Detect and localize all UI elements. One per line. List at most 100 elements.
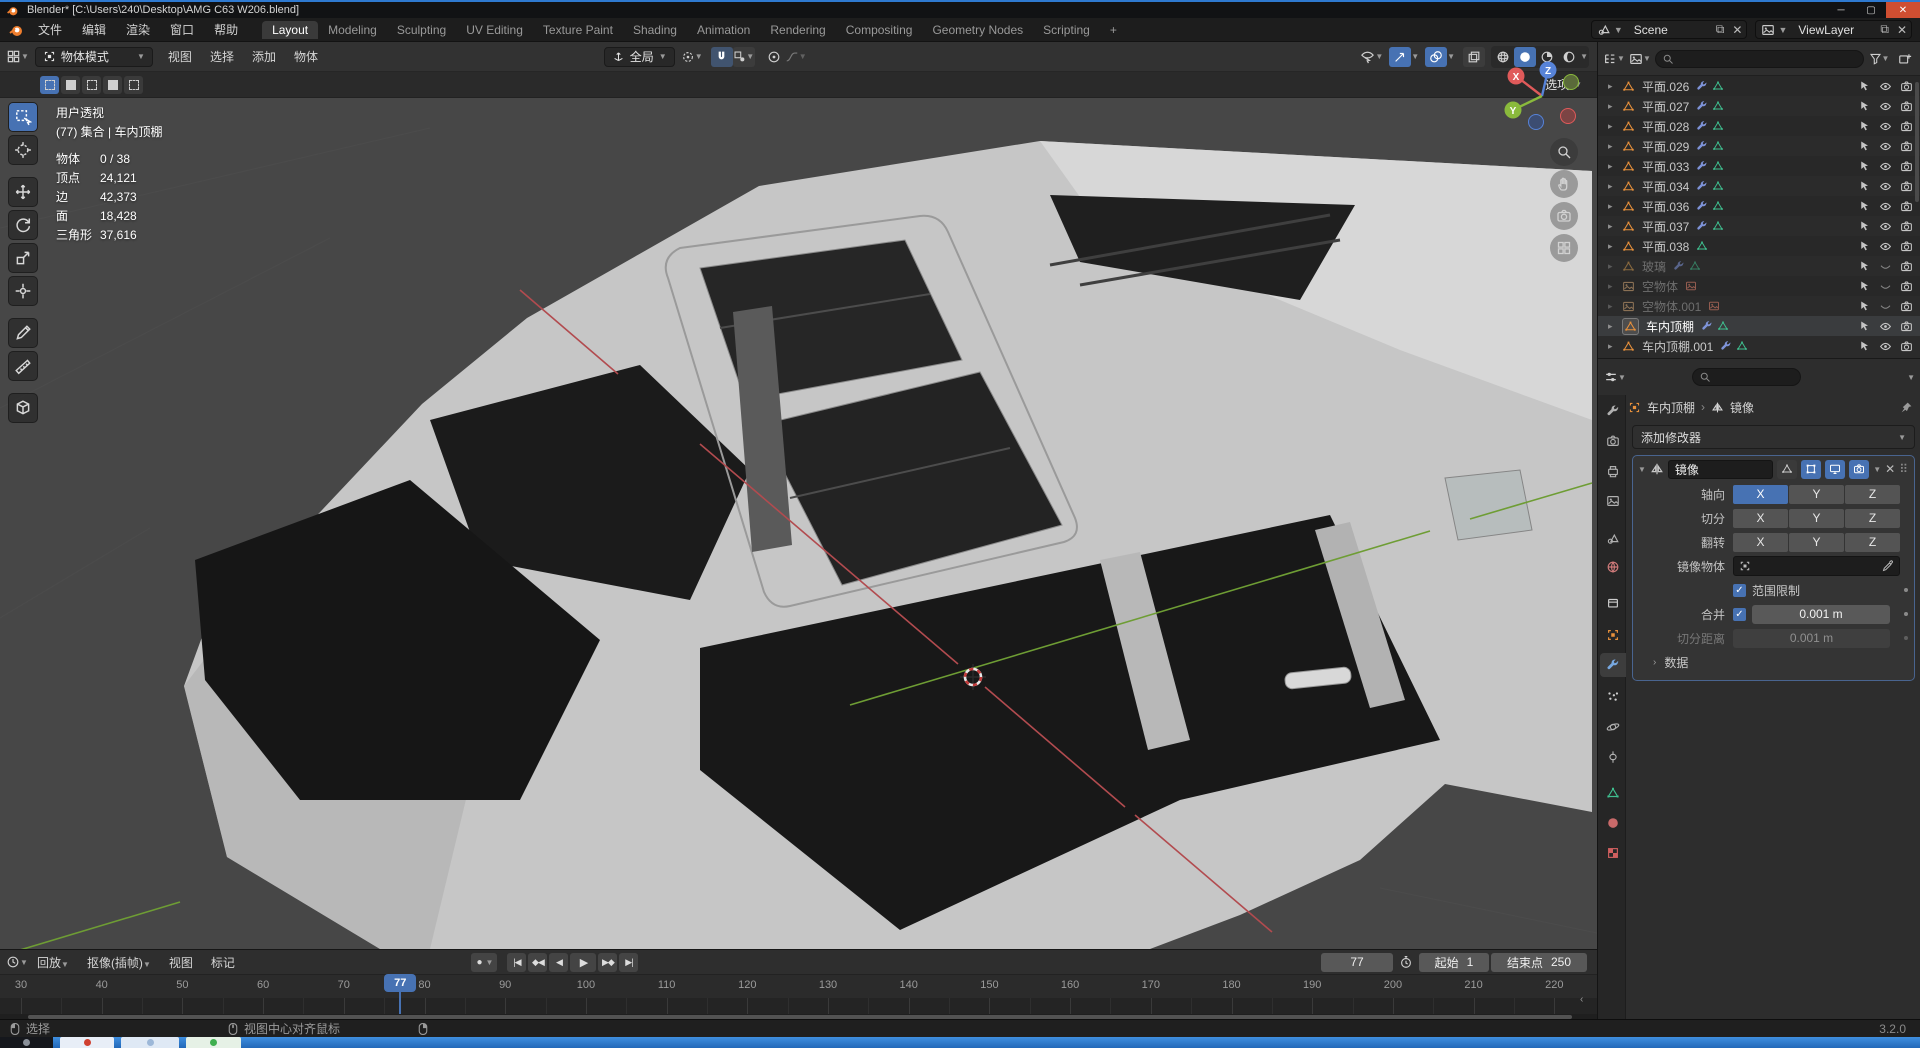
expand-arrow-icon[interactable]: ▸ (1608, 281, 1618, 292)
proportional-editing-toggle[interactable] (763, 47, 785, 67)
properties-editor-type-button[interactable]: ▼ (1604, 367, 1626, 387)
selectable-toggle-icon[interactable] (1859, 300, 1871, 312)
pan-hand-icon[interactable] (1550, 170, 1578, 198)
outliner-scrollbar[interactable] (1915, 82, 1919, 202)
outliner-row-平面.038[interactable]: ▸ 平面.038 (1598, 236, 1920, 256)
axis-button-轴向-X[interactable]: X (1733, 484, 1788, 504)
drag-handle-icon[interactable]: ⠿ (1899, 462, 1909, 476)
properties-tab-render[interactable] (1600, 429, 1626, 453)
selectable-toggle-icon[interactable] (1859, 200, 1871, 212)
mode-dropdown[interactable]: 物体模式 ▼ (34, 46, 153, 67)
object-name[interactable]: 平面.034 (1639, 178, 1692, 195)
render-visibility-icon[interactable] (1900, 340, 1913, 353)
prev-keyframe-button[interactable]: ◆◀ (528, 952, 548, 972)
minimize-button[interactable]: ─ (1826, 2, 1856, 18)
selectable-toggle-icon[interactable] (1859, 120, 1871, 132)
expand-arrow-icon[interactable]: ▸ (1608, 301, 1618, 312)
outliner-filter-button[interactable]: ▼ (1868, 49, 1890, 69)
render-visibility-icon[interactable] (1900, 180, 1913, 193)
object-name[interactable]: 空物体.001 (1639, 298, 1704, 315)
workspace-tab-Shading[interactable]: Shading (623, 21, 687, 39)
current-frame-field[interactable]: 77 (1321, 952, 1393, 972)
selectable-toggle-icon[interactable] (1859, 160, 1871, 172)
bisect-distance-field[interactable]: 0.001 m (1733, 628, 1890, 648)
viewport-3d-scene[interactable] (0, 98, 1597, 949)
jump-to-end-button[interactable]: ▶| (619, 952, 639, 972)
render-visibility-icon[interactable] (1900, 240, 1913, 253)
viewport-menu-物体[interactable]: 物体 (285, 48, 327, 65)
overlays-toggle[interactable] (1425, 46, 1448, 67)
select-mode-intersect[interactable] (124, 75, 143, 94)
topbar-menu-帮助[interactable]: 帮助 (204, 21, 248, 38)
view-layer-name[interactable]: ViewLayer (1790, 23, 1876, 37)
axis-button-翻转-X[interactable]: X (1733, 532, 1788, 552)
selectable-toggle-icon[interactable] (1859, 80, 1871, 92)
object-name[interactable]: 车内顶棚.001 (1639, 338, 1716, 355)
axis-button-切分-Z[interactable]: Z (1845, 508, 1900, 528)
selectable-toggle-icon[interactable] (1859, 320, 1871, 332)
tool-add-cube[interactable] (8, 393, 38, 423)
gizmos-toggle[interactable] (1389, 46, 1412, 67)
select-mode-subtract[interactable] (82, 75, 101, 94)
render-visibility-icon[interactable] (1900, 120, 1913, 133)
close-button[interactable]: ✕ (1886, 2, 1920, 18)
zoom-tool-icon[interactable] (1550, 138, 1578, 166)
object-name[interactable]: 平面.038 (1639, 238, 1692, 255)
gizmo-y-neg-axis[interactable] (1563, 74, 1579, 90)
outliner-row-平面.026[interactable]: ▸ 平面.026 (1598, 76, 1920, 96)
workspace-tab-UV Editing[interactable]: UV Editing (456, 21, 533, 39)
outliner-row-车内顶棚.001[interactable]: ▸ 车内顶棚.001 (1598, 336, 1920, 356)
title-bar[interactable]: Blender* [C:\Users\240\Desktop\AMG C63 W… (0, 0, 1920, 18)
modifier-edit-mode-toggle[interactable] (1801, 459, 1822, 479)
topbar-menu-编辑[interactable]: 编辑 (72, 21, 116, 38)
expand-arrow-icon[interactable]: ▸ (1608, 141, 1618, 152)
unlink-scene-icon[interactable]: ✕ (1728, 23, 1746, 37)
new-view-layer-icon[interactable]: ⧉ (1876, 22, 1893, 37)
object-name[interactable]: 平面.029 (1639, 138, 1692, 155)
workspace-tab-Compositing[interactable]: Compositing (836, 21, 923, 39)
xray-toggle[interactable] (1463, 46, 1486, 67)
workspace-tab-Modeling[interactable]: Modeling (318, 21, 387, 39)
visibility-eye-icon[interactable] (1879, 100, 1892, 113)
axis-button-轴向-Y[interactable]: Y (1789, 484, 1844, 504)
properties-tab-collection[interactable] (1600, 591, 1626, 615)
topbar-menu-文件[interactable]: 文件 (28, 21, 72, 38)
timeline-menu-回放[interactable]: 回放▼ (28, 954, 78, 971)
modifier-extras-icon[interactable]: ▼ (1873, 465, 1881, 474)
3d-viewport[interactable]: ▼ 物体模式 ▼ 视图 选择 添加 物体 全局 ▼ ▼ ▼ ▼ ▼ ▼ ▼ ▼ … (0, 42, 1597, 949)
topbar-menu-窗口[interactable]: 窗口 (160, 21, 204, 38)
frame-start-field[interactable]: 起始 1 (1419, 952, 1489, 972)
expand-arrow-icon[interactable]: ▸ (1608, 261, 1618, 272)
object-name[interactable]: 平面.037 (1639, 218, 1692, 235)
object-name[interactable]: 平面.026 (1639, 78, 1692, 95)
expand-arrow-icon[interactable]: ▸ (1608, 341, 1618, 352)
outliner-row-平面.037[interactable]: ▸ 平面.037 (1598, 216, 1920, 236)
taskbar-app-1[interactable] (60, 1037, 114, 1048)
expand-arrow-icon[interactable]: ▸ (1608, 241, 1618, 252)
selectable-toggle-icon[interactable] (1859, 100, 1871, 112)
jump-to-start-button[interactable]: |◀ (507, 952, 527, 972)
render-visibility-icon[interactable] (1900, 160, 1913, 173)
merge-value-field[interactable]: 0.001 m (1752, 604, 1890, 624)
render-visibility-icon[interactable] (1900, 140, 1913, 153)
render-visibility-icon[interactable] (1900, 220, 1913, 233)
properties-tab-object[interactable] (1600, 623, 1626, 647)
eyedropper-icon[interactable] (1882, 560, 1894, 572)
visibility-eye-icon[interactable] (1879, 180, 1892, 193)
timeline-track-area[interactable] (0, 998, 1597, 1014)
object-name[interactable]: 空物体 (1639, 278, 1681, 295)
select-mode-invert[interactable] (103, 75, 122, 94)
scene-selector[interactable]: ▼ Scene ⧉ ✕ (1590, 20, 1748, 39)
outliner-row-平面.027[interactable]: ▸ 平面.027 (1598, 96, 1920, 116)
timeline-editor-type-button[interactable]: ▼ (6, 952, 28, 972)
workspace-tab-+[interactable]: + (1100, 21, 1127, 39)
next-keyframe-button[interactable]: ▶◆ (598, 952, 618, 972)
render-visibility-icon[interactable] (1900, 300, 1913, 313)
workspace-tab-Scripting[interactable]: Scripting (1033, 21, 1100, 39)
camera-view-icon[interactable] (1550, 202, 1578, 230)
axis-button-翻转-Z[interactable]: Z (1845, 532, 1900, 552)
outliner-row-平面.036[interactable]: ▸ 平面.036 (1598, 196, 1920, 216)
visibility-dropdown[interactable]: ▼ (1360, 47, 1383, 67)
auto-keying-toggle[interactable]: ● ▼ (471, 952, 498, 972)
axis-button-轴向-Z[interactable]: Z (1845, 484, 1900, 504)
